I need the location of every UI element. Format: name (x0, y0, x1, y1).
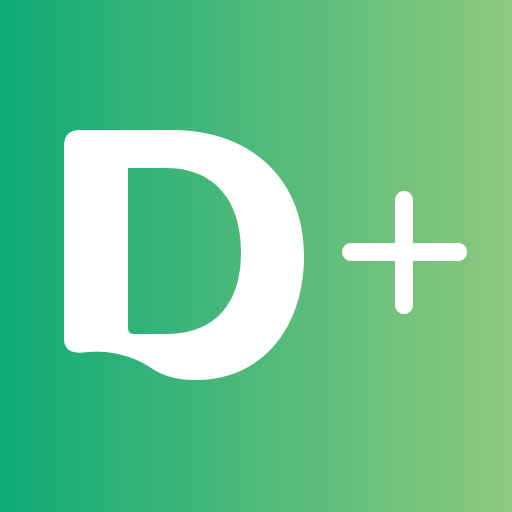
d-plus-logo (0, 0, 512, 512)
app-icon: D+ (0, 0, 512, 512)
plus-horizontal-bar (342, 243, 467, 261)
